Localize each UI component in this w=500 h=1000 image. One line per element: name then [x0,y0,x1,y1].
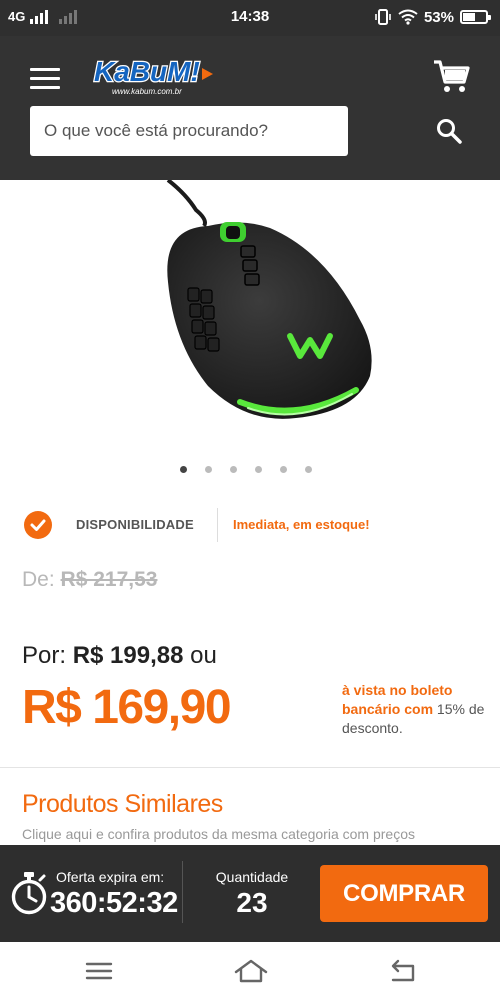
similar-products-subtitle[interactable]: Clique aqui e confira produtos da mesma … [22,826,415,842]
cart-icon[interactable] [432,58,470,94]
original-price: De: R$ 217,53 [22,568,157,592]
wifi-icon [398,9,418,25]
battery-icon [460,10,491,24]
installment-price: Por: R$ 199,88 ou [22,642,217,670]
gallery-dot[interactable] [230,466,237,473]
purchase-bar-divider [182,861,183,923]
svg-text:www.kabum.com.br: www.kabum.com.br [112,87,182,96]
gallery-dot[interactable] [305,466,312,473]
quantity-value[interactable]: 23 [200,887,304,919]
gallery-dot[interactable] [280,466,287,473]
menu-lines-icon[interactable] [84,958,114,984]
cash-note-highlight: à vista no boleto bancário com [342,682,453,717]
installment-suffix: ou [190,642,217,669]
gaming-mouse-image[interactable] [120,180,390,430]
offer-expiry-label: Oferta expira em: [56,869,165,885]
buy-button[interactable]: COMPRAR [320,865,488,922]
purchase-bar: Oferta expira em: 360:52:32 Quantidade 2… [0,845,500,942]
gallery-dot[interactable] [205,466,212,473]
availability-value: Imediata, em estoque! [233,517,370,532]
cash-price-note: à vista no boleto bancário com 15% de de… [342,681,492,738]
cash-note-percent: 15% [436,701,465,717]
gallery-dot[interactable] [255,466,262,473]
system-nav-bar [0,942,500,1000]
check-icon [24,511,52,539]
back-icon[interactable] [388,958,418,984]
menu-icon[interactable] [30,68,60,90]
vibrate-icon [375,9,391,25]
home-icon[interactable] [234,958,268,984]
quantity-label: Quantidade [215,869,289,885]
gallery-dot[interactable] [180,466,187,473]
availability-label: DISPONIBILIDADE [76,517,194,532]
section-divider [0,767,500,768]
search-input[interactable] [30,106,348,156]
cash-price: R$ 169,90 [22,681,232,734]
availability-divider [217,508,218,542]
app-header: KaBuM! www.kabum.com.br [0,36,500,180]
similar-products-title[interactable]: Produtos Similares [22,790,223,819]
gallery-dots [180,466,312,473]
svg-text:KaBuM!: KaBuM! [94,56,200,87]
original-price-prefix: De: [22,568,55,591]
stopwatch-icon [11,872,47,915]
status-bar: 4G 14:38 53% [0,0,500,36]
offer-countdown: 360:52:32 [50,887,178,919]
status-right: 53% [374,8,491,26]
installment-prefix: Por: [22,642,67,669]
availability-row: DISPONIBILIDADE Imediata, em estoque! [24,508,484,544]
original-price-value: R$ 217,53 [60,568,158,591]
search-icon[interactable] [436,118,462,144]
kabum-logo[interactable]: KaBuM! www.kabum.com.br [92,54,222,100]
installment-value: R$ 199,88 [72,642,184,669]
battery-percent: 53% [423,8,454,26]
